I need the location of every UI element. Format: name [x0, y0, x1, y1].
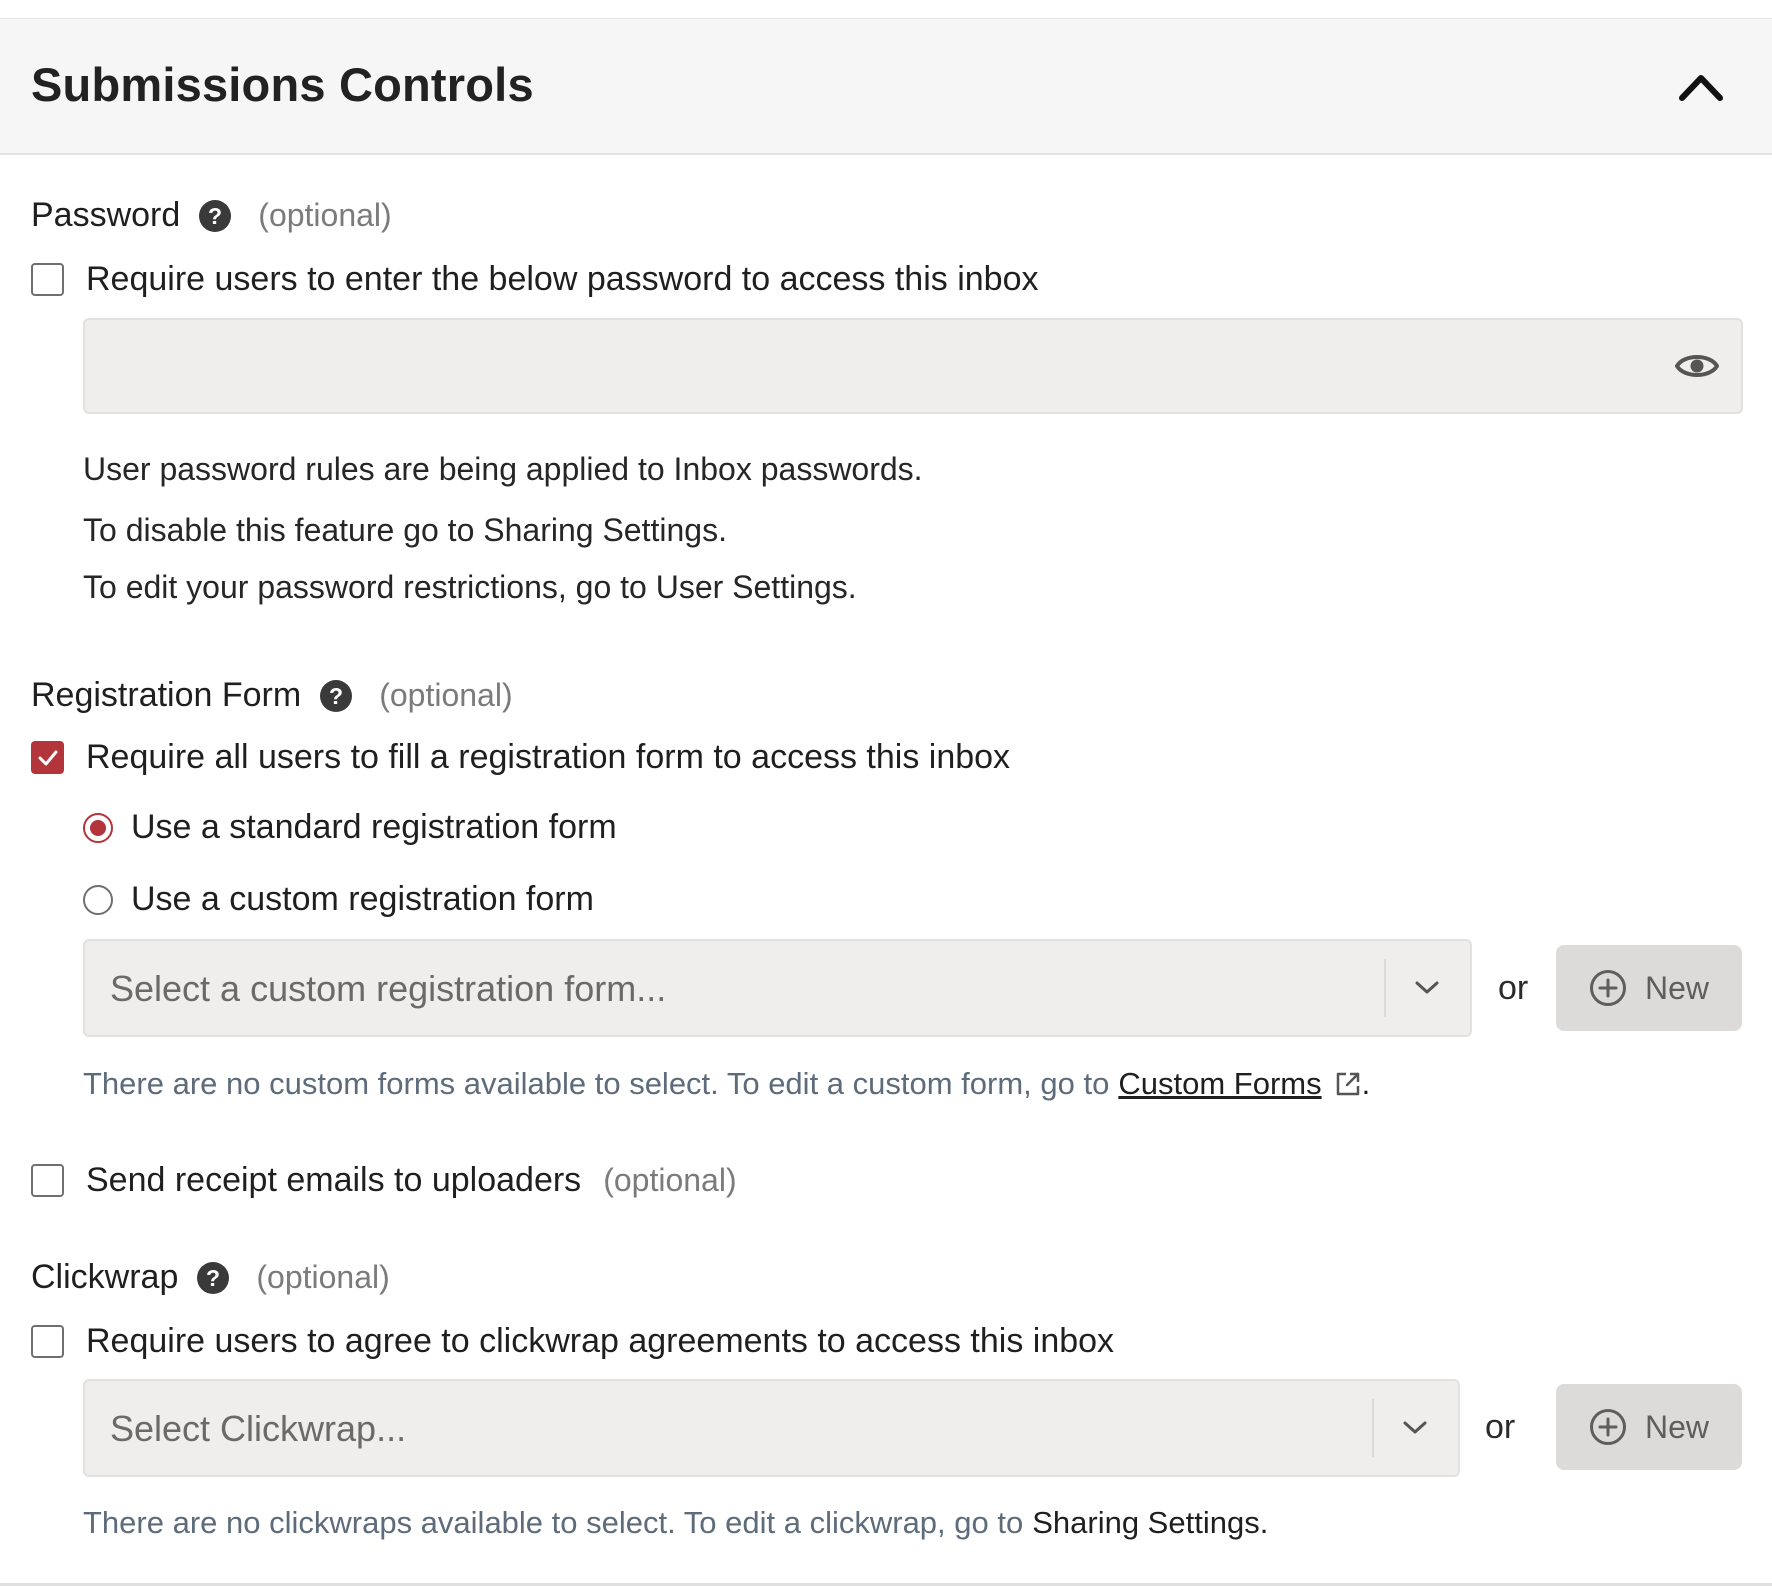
clickwrap-select-placeholder: Select Clickwrap... [110, 1408, 407, 1449]
custom-forms-hint-text: There are no custom forms available to s… [83, 1066, 1110, 1101]
password-label-row: Password ? (optional) [31, 196, 392, 235]
clickwrap-hint-text: There are no clickwraps available to sel… [83, 1505, 1024, 1540]
chevron-down-icon[interactable] [1412, 975, 1442, 999]
new-custom-form-button[interactable]: New [1556, 945, 1742, 1031]
optional-hint: (optional) [379, 677, 513, 713]
plus-circle-icon [1589, 970, 1626, 1006]
select-divider [1384, 959, 1386, 1017]
clickwrap-require-label: Require users to agree to clickwrap agre… [86, 1322, 1115, 1360]
new-clickwrap-button[interactable]: New [1556, 1384, 1742, 1470]
radio-standard-form-row[interactable]: Use a standard registration form [83, 808, 617, 847]
svg-text:?: ? [208, 203, 222, 229]
hint-period: . [1361, 1066, 1371, 1101]
password-input[interactable] [85, 320, 1645, 412]
custom-forms-link[interactable]: Custom Forms [1118, 1066, 1321, 1102]
password-info-line: To edit your password restrictions, go t… [83, 569, 857, 605]
custom-form-select-placeholder: Select a custom registration form... [110, 968, 667, 1009]
custom-form-select[interactable]: Select a custom registration form... [83, 939, 1472, 1037]
clickwrap-select[interactable]: Select Clickwrap... [83, 1379, 1460, 1477]
password-require-label: Require users to enter the below passwor… [86, 260, 1039, 298]
clickwrap-hint: There are no clickwraps available to sel… [83, 1505, 1268, 1541]
registration-require-row[interactable]: Require all users to fill a registration… [31, 738, 1010, 777]
eye-icon[interactable] [1675, 348, 1719, 384]
optional-hint: (optional) [256, 1259, 390, 1295]
radio-standard-form[interactable] [83, 812, 113, 843]
password-info-line: User password rules are being applied to… [83, 451, 923, 487]
hint-period: . [1259, 1505, 1269, 1540]
section-title: Submissions Controls [31, 58, 534, 111]
password-label: Password [31, 196, 181, 234]
question-circle-icon[interactable]: ? [196, 1261, 230, 1295]
question-circle-icon[interactable]: ? [198, 199, 232, 233]
clickwrap-label: Clickwrap [31, 1258, 179, 1296]
password-require-checkbox[interactable] [31, 263, 64, 296]
optional-hint: (optional) [603, 1162, 737, 1198]
radio-standard-form-label: Use a standard registration form [131, 808, 617, 846]
radio-custom-form-row[interactable]: Use a custom registration form [83, 880, 594, 919]
or-separator: or [1498, 969, 1529, 1007]
svg-text:?: ? [206, 1265, 220, 1291]
password-field[interactable] [83, 318, 1743, 414]
top-strip [0, 0, 1772, 20]
select-divider [1372, 1399, 1374, 1457]
receipt-emails-label: Send receipt emails to uploaders [86, 1161, 582, 1199]
question-circle-icon[interactable]: ? [319, 679, 353, 713]
password-info-line: To disable this feature go to Sharing Se… [83, 512, 727, 548]
clickwrap-require-checkbox[interactable] [31, 1325, 64, 1358]
external-link-icon[interactable] [1334, 1070, 1362, 1098]
section-header[interactable]: Submissions Controls [0, 19, 1772, 155]
chevron-up-icon[interactable] [1678, 67, 1724, 105]
registration-label-row: Registration Form ? (optional) [31, 676, 513, 715]
radio-custom-form[interactable] [83, 884, 113, 915]
custom-forms-hint: There are no custom forms available to s… [83, 1066, 1370, 1102]
clickwrap-label-row: Clickwrap ? (optional) [31, 1258, 390, 1297]
registration-label: Registration Form [31, 676, 302, 714]
receipt-emails-checkbox[interactable] [31, 1164, 64, 1197]
radio-custom-form-label: Use a custom registration form [131, 880, 594, 918]
plus-circle-icon [1589, 1409, 1626, 1445]
password-require-row[interactable]: Require users to enter the below passwor… [31, 260, 1039, 299]
svg-text:?: ? [329, 683, 343, 709]
registration-require-label: Require all users to fill a registration… [86, 738, 1011, 776]
clickwrap-require-row[interactable]: Require users to agree to clickwrap agre… [31, 1322, 1114, 1361]
submissions-controls-panel: Submissions Controls Password ? (optiona… [0, 0, 1772, 1586]
optional-hint: (optional) [258, 197, 392, 233]
chevron-down-icon[interactable] [1400, 1415, 1430, 1439]
sharing-settings-link[interactable]: Sharing Settings [1032, 1505, 1259, 1541]
check-icon [38, 750, 57, 765]
receipt-emails-row[interactable]: Send receipt emails to uploaders (option… [31, 1161, 737, 1200]
new-button-label: New [1644, 969, 1709, 1006]
registration-require-checkbox[interactable] [31, 741, 64, 774]
new-button-label: New [1644, 1408, 1709, 1445]
or-separator: or [1485, 1408, 1516, 1446]
